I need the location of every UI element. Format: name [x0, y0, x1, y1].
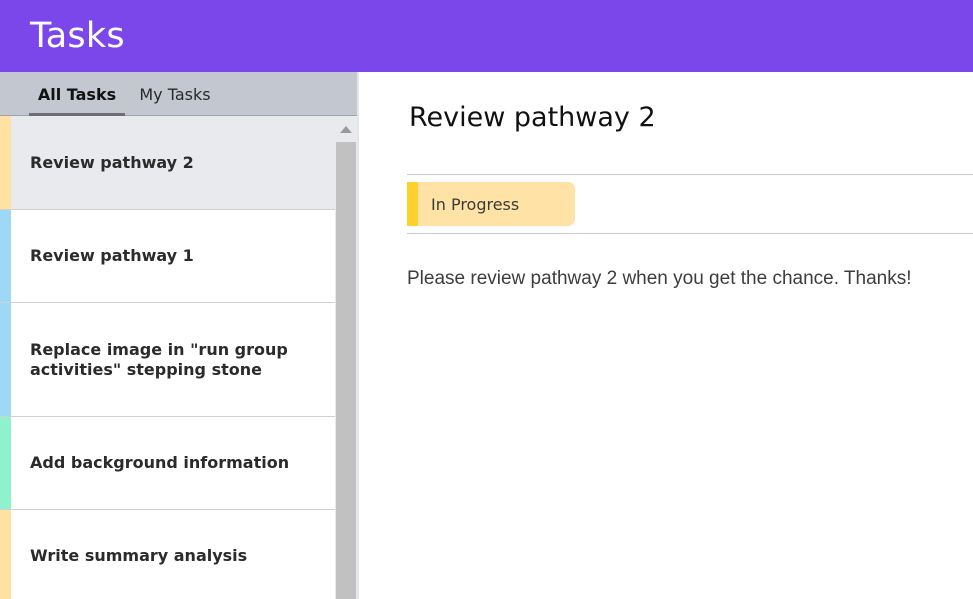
tasks-app: Tasks All Tasks My Tasks Review pathway …	[0, 0, 973, 599]
detail-divider	[407, 233, 973, 234]
task-list-item[interactable]: Write summary analysis	[0, 510, 335, 599]
task-list: Review pathway 2 Review pathway 1 Replac…	[0, 116, 335, 599]
task-color-stripe	[0, 510, 11, 599]
tab-all-tasks-label: All Tasks	[37, 84, 117, 104]
status-color-bar	[407, 182, 418, 226]
app-header: Tasks	[0, 0, 973, 72]
scroll-up-arrow-icon	[340, 125, 352, 133]
task-title: Review pathway 1	[30, 246, 194, 265]
task-description: Please review pathway 2 when you get the…	[407, 268, 912, 289]
tab-all-tasks[interactable]: All Tasks	[29, 72, 125, 116]
task-color-stripe	[0, 303, 11, 416]
task-title: Replace image in "run group activities" …	[30, 339, 288, 379]
tab-my-tasks-label: My Tasks	[139, 84, 211, 104]
task-list-item[interactable]: Replace image in "run group activities" …	[0, 303, 335, 417]
task-color-stripe	[0, 116, 11, 209]
task-color-stripe	[0, 210, 11, 302]
status-badge: In Progress	[407, 182, 575, 226]
task-list-scrollbar[interactable]	[335, 116, 357, 599]
task-detail-title: Review pathway 2	[409, 102, 656, 133]
task-list-item[interactable]: Review pathway 2	[0, 116, 335, 210]
task-list-item[interactable]: Add background information	[0, 417, 335, 510]
task-title: Add background information	[30, 453, 290, 472]
scroll-up-button[interactable]	[335, 116, 357, 142]
task-title: Write summary analysis	[30, 546, 248, 565]
detail-divider	[407, 174, 973, 175]
task-color-stripe	[0, 417, 11, 509]
scrollbar-thumb[interactable]	[336, 142, 356, 599]
app-title: Tasks	[30, 16, 125, 56]
task-sidebar: All Tasks My Tasks Review pathway 2 Revi…	[0, 72, 359, 599]
task-tabs: All Tasks My Tasks	[0, 72, 357, 116]
status-label: In Progress	[431, 194, 520, 214]
tab-my-tasks[interactable]: My Tasks	[129, 72, 221, 116]
task-list-item[interactable]: Review pathway 1	[0, 210, 335, 303]
task-detail-pane: Review pathway 2 In Progress Please revi…	[361, 72, 973, 599]
task-title: Review pathway 2	[30, 152, 194, 172]
